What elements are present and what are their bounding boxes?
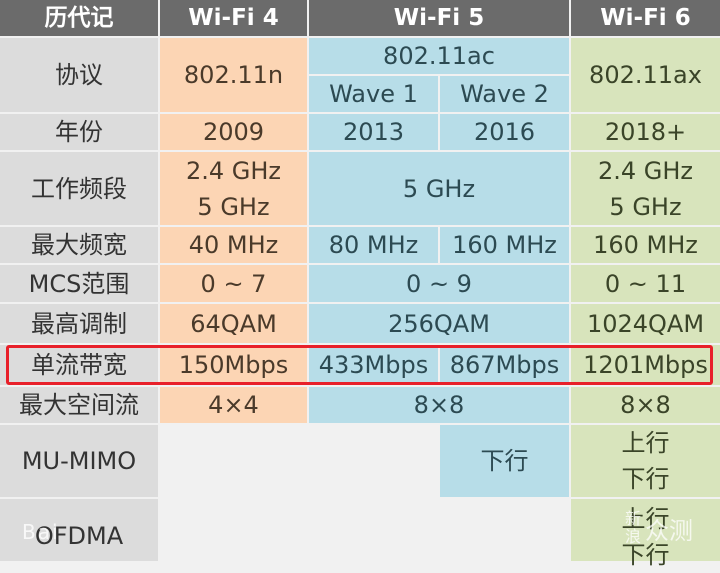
year-wave2: 2016 bbox=[440, 114, 569, 150]
protocol-wave1: Wave 1 bbox=[309, 76, 438, 112]
header-wifi6: Wi-Fi 6 bbox=[571, 0, 720, 36]
mcs-wifi4: 0 ~ 7 bbox=[160, 265, 307, 302]
year-wifi6: 2018+ bbox=[571, 114, 720, 150]
band-wifi6: 2.4 GHz 5 GHz bbox=[571, 152, 720, 225]
single-stream-wave2: 867Mbps bbox=[440, 345, 569, 385]
single-stream-wifi4: 150Mbps bbox=[160, 345, 307, 385]
max-bandwidth-wifi4: 40 MHz bbox=[160, 227, 307, 263]
modulation-wifi4: 64QAM bbox=[160, 304, 307, 343]
row-label-spatial-streams: 最大空间流 bbox=[0, 387, 158, 423]
ofdma-empty bbox=[160, 499, 569, 561]
ofdma-wifi6: 上行 下行 bbox=[571, 499, 720, 569]
mcs-wifi5: 0 ~ 9 bbox=[309, 265, 569, 302]
mu-mimo-empty bbox=[160, 425, 438, 497]
row-label-modulation: 最高调制 bbox=[0, 304, 158, 343]
row-label-mu-mimo: MU-MIMO bbox=[0, 425, 158, 497]
row-label-mcs: MCS范围 bbox=[0, 265, 158, 302]
header-label: 历代记 bbox=[0, 0, 158, 36]
year-wave1: 2013 bbox=[309, 114, 438, 150]
mu-mimo-wifi6-line1: 上行 bbox=[621, 429, 670, 457]
band-wifi4-line1: 2.4 GHz bbox=[185, 156, 282, 185]
row-label-protocol: 协议 bbox=[0, 38, 158, 112]
header-wifi5: Wi-Fi 5 bbox=[309, 0, 569, 36]
protocol-wifi4: 802.11n bbox=[160, 38, 307, 112]
band-wifi6-line2: 5 GHz bbox=[609, 192, 682, 221]
max-bandwidth-wave1: 80 MHz bbox=[309, 227, 438, 263]
header-wifi4: Wi-Fi 4 bbox=[160, 0, 307, 36]
max-bandwidth-wifi6: 160 MHz bbox=[571, 227, 720, 263]
single-stream-wifi6: 1201Mbps bbox=[571, 345, 720, 385]
mu-mimo-wave2: 下行 bbox=[440, 425, 569, 497]
ofdma-wifi6-line2: 下行 bbox=[621, 541, 670, 569]
year-wifi4: 2009 bbox=[160, 114, 307, 150]
row-label-single-stream: 单流带宽 bbox=[0, 345, 158, 385]
spatial-streams-wifi5: 8×8 bbox=[309, 387, 569, 423]
protocol-wifi5: 802.11ac bbox=[309, 38, 569, 74]
row-label-band: 工作频段 bbox=[0, 152, 158, 225]
band-wifi5: 5 GHz bbox=[309, 152, 569, 225]
band-wifi4: 2.4 GHz 5 GHz bbox=[160, 152, 307, 225]
row-label-ofdma: OFDMA bbox=[0, 499, 158, 561]
band-wifi6-line1: 2.4 GHz bbox=[597, 156, 694, 185]
mu-mimo-wifi6-line2: 下行 bbox=[621, 465, 670, 493]
spatial-streams-wifi6: 8×8 bbox=[571, 387, 720, 423]
protocol-wifi6: 802.11ax bbox=[571, 38, 720, 112]
row-label-max-bandwidth: 最大频宽 bbox=[0, 227, 158, 263]
mcs-wifi6: 0 ~ 11 bbox=[571, 265, 720, 302]
spatial-streams-wifi4: 4×4 bbox=[160, 387, 307, 423]
max-bandwidth-wave2: 160 MHz bbox=[440, 227, 569, 263]
row-label-year: 年份 bbox=[0, 114, 158, 150]
mu-mimo-wifi6: 上行 下行 bbox=[571, 425, 720, 497]
protocol-wave2: Wave 2 bbox=[440, 76, 569, 112]
single-stream-wave1: 433Mbps bbox=[309, 345, 438, 385]
band-wifi4-line2: 5 GHz bbox=[197, 192, 270, 221]
modulation-wifi5: 256QAM bbox=[309, 304, 569, 343]
ofdma-wifi6-line1: 上行 bbox=[621, 505, 670, 533]
modulation-wifi6: 1024QAM bbox=[571, 304, 720, 343]
